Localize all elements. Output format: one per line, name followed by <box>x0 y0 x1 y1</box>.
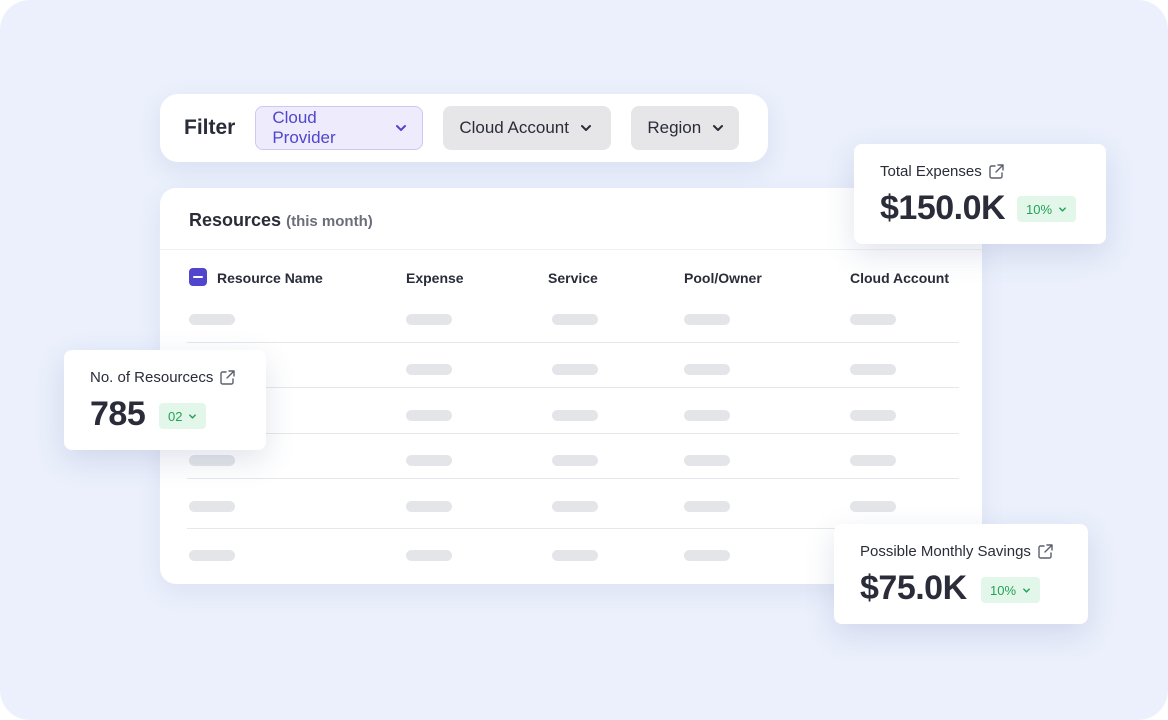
row-divider <box>187 387 959 388</box>
cloud-account-dropdown[interactable]: Cloud Account <box>443 106 612 150</box>
monthly-savings-label-text: Possible Monthly Savings <box>860 543 1031 560</box>
skeleton-cell <box>684 410 730 421</box>
region-dropdown[interactable]: Region <box>631 106 740 150</box>
resources-subtitle: (this month) <box>286 213 373 230</box>
filter-label: Filter <box>184 116 236 139</box>
skeleton-cell <box>189 455 235 466</box>
cloud-provider-dropdown[interactable]: Cloud Provider <box>255 106 424 150</box>
row-divider <box>187 433 959 434</box>
skeleton-cell <box>406 501 452 512</box>
resources-count-card[interactable]: No. of Resourcecs 785 02 <box>64 350 266 450</box>
column-header-cloud-account[interactable]: Cloud Account <box>850 270 949 286</box>
cloud-provider-label: Cloud Provider <box>272 108 336 147</box>
total-expenses-label-text: Total Expenses <box>880 163 982 180</box>
skeleton-cell <box>850 364 896 375</box>
skeleton-cell <box>189 501 235 512</box>
resources-count-label: No. of Resourcecs <box>90 369 236 386</box>
total-expenses-value: $150.0K <box>880 189 1006 227</box>
monthly-savings-badge: 10% <box>981 577 1041 603</box>
skeleton-cell <box>850 455 896 466</box>
external-link-icon[interactable] <box>988 163 1005 180</box>
resources-count-badge: 02 <box>159 403 207 429</box>
chevron-down-icon <box>394 121 408 135</box>
skeleton-cell <box>684 314 730 325</box>
resources-title-text: Resources <box>189 210 282 230</box>
total-expenses-badge-text: 10% <box>1026 201 1053 217</box>
monthly-savings-value: $75.0K <box>860 569 967 607</box>
canvas: Filter Cloud Provider Cloud Account Regi… <box>0 0 1168 720</box>
column-header-pool-owner[interactable]: Pool/Owner <box>684 270 762 286</box>
monthly-savings-card[interactable]: Possible Monthly Savings $75.0K 10% <box>834 524 1088 624</box>
resources-count-label-text: No. of Resourcecs <box>90 369 214 386</box>
skeleton-cell <box>684 455 730 466</box>
skeleton-cell <box>189 550 235 561</box>
monthly-savings-label: Possible Monthly Savings <box>860 543 1054 560</box>
skeleton-cell <box>406 314 452 325</box>
row-divider <box>187 342 959 343</box>
skeleton-cell <box>552 314 598 325</box>
chevron-down-icon <box>1022 586 1031 595</box>
filter-bar: Filter Cloud Provider Cloud Account Regi… <box>160 94 768 162</box>
region-label: Region <box>647 118 702 137</box>
resources-count-badge-text: 02 <box>168 408 183 424</box>
skeleton-cell <box>684 550 730 561</box>
checkbox-indeterminate-icon <box>193 276 203 278</box>
skeleton-cell <box>850 314 896 325</box>
skeleton-cell <box>406 455 452 466</box>
chevron-down-icon <box>579 121 593 135</box>
skeleton-cell <box>684 501 730 512</box>
skeleton-cell <box>552 550 598 561</box>
column-header-expense[interactable]: Expense <box>406 270 464 286</box>
skeleton-cell <box>552 501 598 512</box>
chevron-down-icon <box>1058 205 1067 214</box>
row-divider <box>187 478 959 479</box>
resources-title: Resources (this month) <box>189 210 373 231</box>
skeleton-cell <box>552 455 598 466</box>
monthly-savings-badge-text: 10% <box>990 582 1017 598</box>
skeleton-cell <box>406 550 452 561</box>
external-link-icon[interactable] <box>219 369 236 386</box>
skeleton-cell <box>850 410 896 421</box>
skeleton-cell <box>406 364 452 375</box>
total-expenses-card[interactable]: Total Expenses $150.0K 10% <box>854 144 1106 244</box>
skeleton-cell <box>552 410 598 421</box>
select-all-checkbox[interactable] <box>189 268 207 286</box>
skeleton-cell <box>189 314 235 325</box>
skeleton-cell <box>552 364 598 375</box>
divider <box>160 249 982 250</box>
total-expenses-label: Total Expenses <box>880 163 1005 180</box>
chevron-down-icon <box>188 412 197 421</box>
chevron-down-icon <box>711 121 725 135</box>
cloud-account-label: Cloud Account <box>459 118 569 137</box>
skeleton-cell <box>850 501 896 512</box>
external-link-icon[interactable] <box>1037 543 1054 560</box>
column-header-service[interactable]: Service <box>548 270 598 286</box>
total-expenses-badge: 10% <box>1017 196 1077 222</box>
resources-count-value: 785 <box>90 395 146 433</box>
skeleton-cell <box>684 364 730 375</box>
skeleton-cell <box>406 410 452 421</box>
column-header-resource-name[interactable]: Resource Name <box>217 270 323 286</box>
